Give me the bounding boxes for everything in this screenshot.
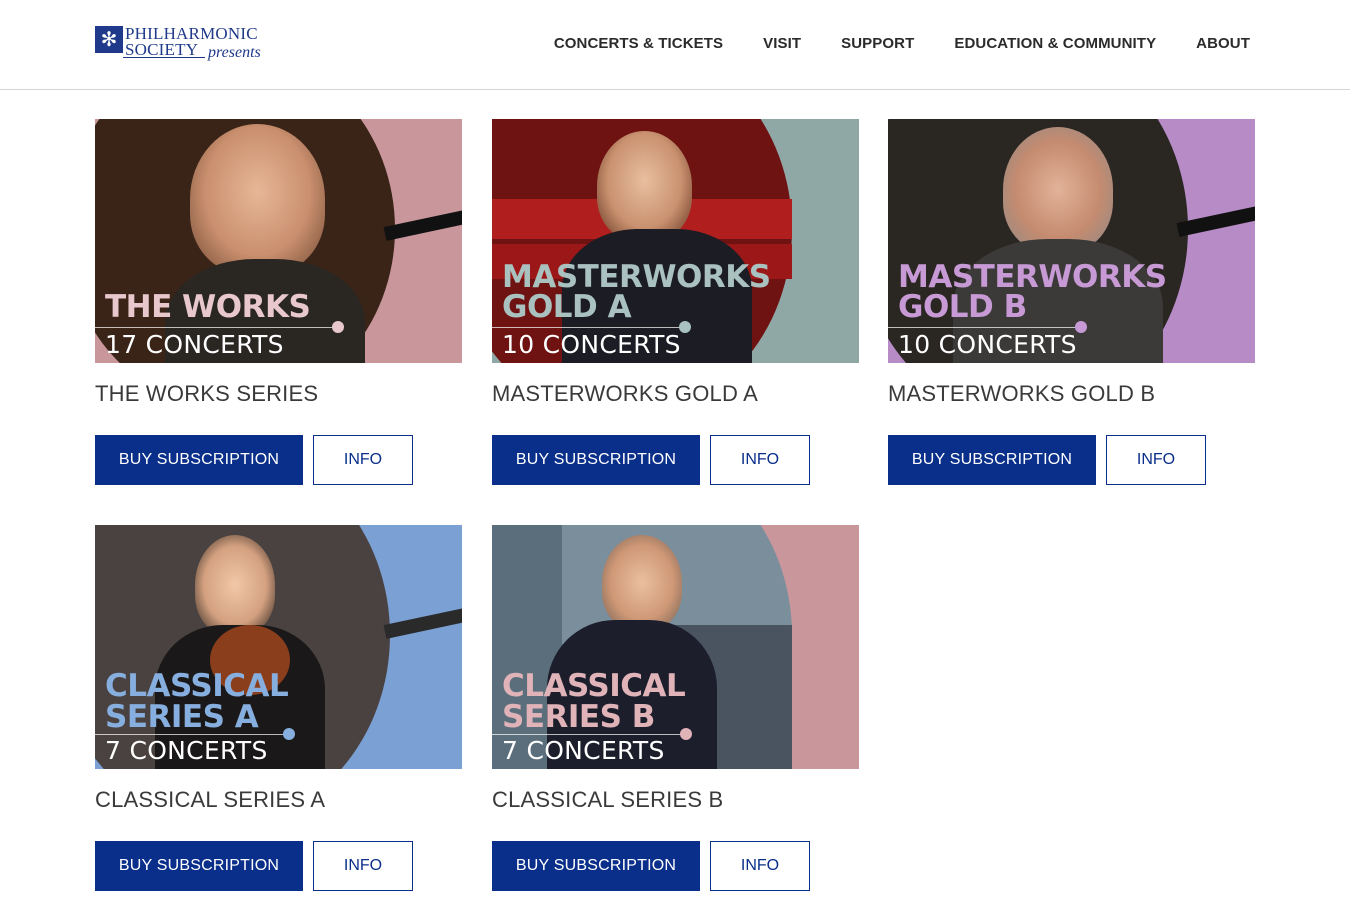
image-title-line-1: CLASSICAL <box>502 668 686 704</box>
series-image[interactable]: CLASSICAL SERIES B 7 CONCERTS <box>492 525 859 769</box>
nav-education-community[interactable]: EDUCATION & COMMUNITY <box>954 35 1156 52</box>
series-image[interactable]: MASTERWORKS GOLD A 10 CONCERTS <box>492 119 859 363</box>
image-title-line-2: SERIES B <box>502 699 655 735</box>
conductor-portrait <box>190 124 325 274</box>
info-button[interactable]: INFO <box>1106 435 1206 485</box>
nav-concerts-tickets[interactable]: CONCERTS & TICKETS <box>554 35 723 52</box>
nav-visit[interactable]: VISIT <box>763 35 801 52</box>
logo-presents: presents <box>208 44 261 61</box>
series-title: MASTERWORKS GOLD A <box>492 381 759 406</box>
info-button[interactable]: INFO <box>710 841 810 891</box>
main-nav: CONCERTS & TICKETS VISIT SUPPORT EDUCATI… <box>514 35 1250 52</box>
buy-subscription-button[interactable]: BUY SUBSCRIPTION <box>95 841 303 891</box>
divider-line <box>95 734 285 735</box>
image-concert-count: 7 CONCERTS <box>105 736 268 765</box>
accent-dot <box>283 728 295 740</box>
series-title: CLASSICAL SERIES B <box>492 787 724 812</box>
divider-line <box>492 327 680 328</box>
series-card-classical-series-b: CLASSICAL SERIES B 7 CONCERTS CLASSICAL … <box>492 525 859 891</box>
series-card-classical-series-a: CLASSICAL SERIES A 7 CONCERTS CLASSICAL … <box>95 525 462 891</box>
series-card-the-works: THE WORKS 17 CONCERTS THE WORKS SERIES B… <box>95 119 462 485</box>
accent-dot <box>680 728 692 740</box>
info-button[interactable]: INFO <box>313 435 413 485</box>
series-card-masterworks-gold-a: MASTERWORKS GOLD A 10 CONCERTS MASTERWOR… <box>492 119 859 485</box>
image-title-line-2: SERIES A <box>105 699 259 735</box>
info-button[interactable]: INFO <box>710 435 810 485</box>
image-concert-count: 17 CONCERTS <box>105 330 284 359</box>
image-title-line-1: THE WORKS <box>105 289 311 325</box>
conductor-portrait <box>602 535 682 630</box>
buy-subscription-button[interactable]: BUY SUBSCRIPTION <box>492 841 700 891</box>
series-title: CLASSICAL SERIES A <box>95 787 326 812</box>
buy-subscription-button[interactable]: BUY SUBSCRIPTION <box>95 435 303 485</box>
series-image[interactable]: THE WORKS 17 CONCERTS <box>95 119 462 363</box>
series-title: THE WORKS SERIES <box>95 381 319 406</box>
nav-support[interactable]: SUPPORT <box>841 35 914 52</box>
site-header: ✻ PHILHARMONIC SOCIETY presents CONCERTS… <box>0 0 1350 90</box>
violinist-portrait <box>1003 127 1113 252</box>
divider-line <box>95 327 335 328</box>
buy-subscription-button[interactable]: BUY SUBSCRIPTION <box>492 435 700 485</box>
snowflake-logo-icon: ✻ <box>95 26 123 53</box>
image-concert-count: 10 CONCERTS <box>898 330 1077 359</box>
philharmonic-society-logo[interactable]: ✻ PHILHARMONIC SOCIETY presents <box>95 24 270 68</box>
divider-line <box>492 734 682 735</box>
image-concert-count: 7 CONCERTS <box>502 736 665 765</box>
divider-line <box>888 327 1076 328</box>
series-card-masterworks-gold-b: MASTERWORKS GOLD B 10 CONCERTS MASTERWOR… <box>888 119 1255 485</box>
nav-about[interactable]: ABOUT <box>1196 35 1250 52</box>
conductor-portrait <box>597 131 692 241</box>
series-image[interactable]: MASTERWORKS GOLD B 10 CONCERTS <box>888 119 1255 363</box>
image-title-line-2: GOLD A <box>502 289 632 325</box>
image-concert-count: 10 CONCERTS <box>502 330 681 359</box>
info-button[interactable]: INFO <box>313 841 413 891</box>
accent-dot <box>332 321 344 333</box>
violinist-portrait <box>195 535 275 635</box>
image-title-line-1: CLASSICAL <box>105 668 289 704</box>
buy-subscription-button[interactable]: BUY SUBSCRIPTION <box>888 435 1096 485</box>
image-title-line-2: GOLD B <box>898 289 1027 325</box>
series-title: MASTERWORKS GOLD B <box>888 381 1156 406</box>
logo-underline <box>123 57 205 58</box>
series-image[interactable]: CLASSICAL SERIES A 7 CONCERTS <box>95 525 462 769</box>
